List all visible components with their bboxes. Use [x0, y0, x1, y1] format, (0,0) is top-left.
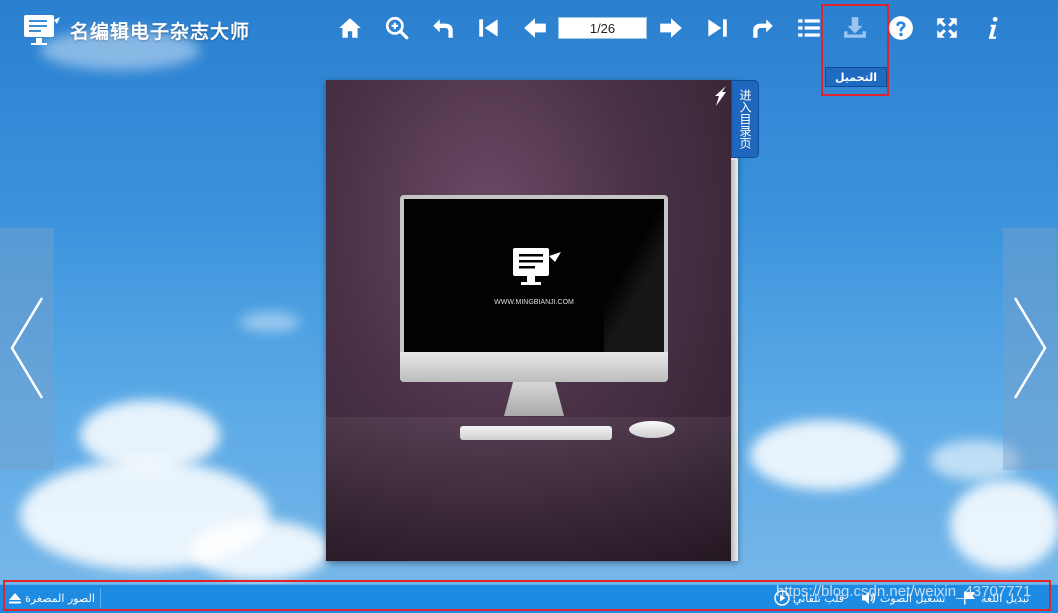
watermark-url: https://blog.csdn.net/weixin_43707771 [776, 583, 1032, 600]
arrow-left-icon [524, 18, 546, 38]
info-icon [988, 16, 998, 39]
share-icon [753, 19, 773, 38]
fullscreen-icon [937, 18, 957, 38]
logo-icon [22, 12, 62, 48]
monitor-chin [400, 352, 668, 382]
arrow-right-icon [660, 18, 682, 38]
fullscreen-button[interactable] [931, 8, 963, 48]
chevron-left-icon [10, 297, 44, 399]
last-page-icon [708, 19, 727, 37]
help-icon [889, 16, 913, 40]
info-button[interactable] [977, 8, 1009, 48]
brand-logo: 名编辑电子杂志大师 [22, 10, 250, 50]
prev-page-button[interactable] [519, 8, 551, 48]
download-tooltip: التحميل [825, 67, 887, 87]
home-icon [339, 18, 361, 38]
page-edge [731, 160, 738, 561]
toc-tab[interactable]: 进入目录页 [731, 80, 759, 158]
flipbook[interactable]: WWW.MINGBIANJI.COM [326, 80, 738, 561]
screen-gloss [604, 199, 664, 352]
page-number-input[interactable] [558, 17, 647, 39]
next-page-side-nav[interactable] [1003, 228, 1057, 470]
page-corner-cursor-icon[interactable] [712, 84, 728, 108]
list-icon [798, 19, 820, 37]
first-page-icon [479, 19, 498, 37]
monitor-screen: WWW.MINGBIANJI.COM [404, 199, 664, 352]
next-page-button[interactable] [655, 8, 687, 48]
help-button[interactable] [885, 8, 917, 48]
cloud-decoration [240, 312, 300, 332]
cloud-decoration [190, 520, 330, 580]
first-page-button[interactable] [473, 8, 505, 48]
brand-name: 名编辑电子杂志大师 [70, 20, 251, 43]
monitor-stand [504, 382, 564, 416]
zoom-in-icon [385, 16, 409, 40]
keyboard-illustration [460, 426, 612, 440]
mouse-illustration [629, 421, 675, 438]
cloud-decoration [750, 420, 900, 490]
logo-icon [513, 248, 561, 285]
chevron-right-icon [1013, 297, 1047, 399]
prev-page-side-nav[interactable] [0, 228, 54, 470]
last-page-button[interactable] [701, 8, 733, 48]
monitor-illustration: WWW.MINGBIANJI.COM [400, 195, 668, 382]
undo-icon [433, 19, 453, 38]
undo-button[interactable] [427, 8, 459, 48]
cloud-decoration [950, 480, 1058, 570]
redo-button[interactable] [747, 8, 779, 48]
zoom-button[interactable] [381, 8, 413, 48]
cover-page[interactable]: WWW.MINGBIANJI.COM [326, 80, 731, 561]
home-button[interactable] [334, 8, 366, 48]
